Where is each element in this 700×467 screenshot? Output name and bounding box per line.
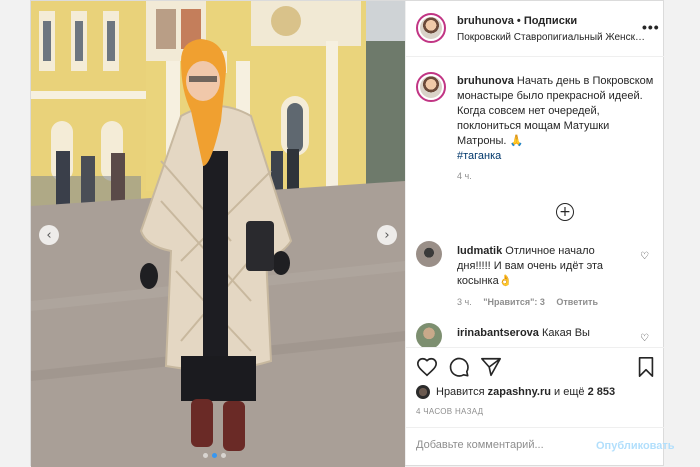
comment-body: Какая Вы xyxy=(541,327,590,339)
bookmark-icon[interactable] xyxy=(636,356,656,378)
liker-username[interactable]: zapashny.ru xyxy=(488,386,551,398)
commenter-avatar[interactable] xyxy=(416,323,442,348)
commenter-username[interactable]: irinabantserova xyxy=(457,327,539,339)
caption-text: bruhunova Начать день в Покровском монас… xyxy=(457,74,657,164)
post-photo[interactable]: ‹ › xyxy=(31,1,405,467)
add-circle-icon: + xyxy=(559,204,571,220)
caption-time: 4 ч. xyxy=(457,171,472,181)
comment-time: 3 ч. xyxy=(457,297,472,307)
comment-input[interactable] xyxy=(416,439,576,451)
add-comment-bar: Опубликовать xyxy=(406,427,675,465)
hashtag-link[interactable]: #таганка xyxy=(457,150,501,162)
post-header: bruhunova • Подписки Покровский Ставропи… xyxy=(406,1,664,57)
location-link[interactable]: Покровский Ставропигиальный Женский М... xyxy=(457,32,647,43)
likes-count-link[interactable]: 2 853 xyxy=(588,386,616,398)
carousel-indicator xyxy=(203,453,226,458)
carousel-dot-active xyxy=(212,453,217,458)
reply-button[interactable]: Ответить xyxy=(556,297,598,307)
post-modal: ‹ › bruhunova • Подписки Покровский Став… xyxy=(30,0,675,467)
comment-likes-link[interactable]: "Нравится": 3 xyxy=(483,297,545,307)
commenter-username[interactable]: ludmatik xyxy=(457,245,502,257)
comments-list[interactable]: bruhunova Начать день в Покровском монас… xyxy=(406,58,664,348)
author-avatar[interactable] xyxy=(416,13,446,43)
post-sidebar: bruhunova • Подписки Покровский Ставропи… xyxy=(405,1,675,465)
likes-prefix: Нравится xyxy=(436,386,485,398)
load-more-comments-button[interactable]: + xyxy=(556,203,574,221)
photo-illustration xyxy=(31,1,405,467)
publish-comment-button[interactable]: Опубликовать xyxy=(596,440,675,452)
like-comment-icon[interactable]: ♡ xyxy=(640,333,649,344)
separator-dot: • xyxy=(516,15,521,27)
comment-text: irinabantserova Какая Вы xyxy=(457,326,627,341)
author-username-link[interactable]: bruhunova xyxy=(457,15,514,27)
next-slide-button[interactable]: › xyxy=(377,225,397,245)
post-timestamp[interactable]: 4 ЧАСОВ НАЗАД xyxy=(416,407,483,416)
follow-status-button[interactable]: Подписки xyxy=(524,15,577,27)
like-comment-icon[interactable]: ♡ xyxy=(640,251,649,262)
pray-emoji: 🙏 xyxy=(509,135,524,147)
comment-icon[interactable] xyxy=(448,356,470,378)
comment-meta: 3 ч. "Нравится": 3 Ответить xyxy=(457,297,607,307)
previous-slide-button[interactable]: ‹ xyxy=(39,225,59,245)
caption-avatar[interactable] xyxy=(416,72,446,102)
share-icon[interactable] xyxy=(480,356,502,378)
author-username: bruhunova • Подписки xyxy=(457,15,577,27)
likes-summary: Нравится zapashny.ru и ещё 2 853 xyxy=(416,385,615,399)
likes-suffix: и ещё xyxy=(554,386,585,398)
chevron-left-icon: ‹ xyxy=(46,227,52,243)
carousel-dot xyxy=(221,453,226,458)
heart-icon[interactable] xyxy=(416,356,438,378)
carousel-dot xyxy=(203,453,208,458)
caption-username[interactable]: bruhunova xyxy=(457,75,514,87)
chevron-right-icon: › xyxy=(384,227,390,243)
commenter-avatar[interactable] xyxy=(416,241,442,267)
more-options-icon[interactable]: ••• xyxy=(642,19,660,35)
liker-avatar xyxy=(416,385,430,399)
comment-text: ludmatik Отличное начало дня!!!!! И вам … xyxy=(457,244,627,289)
post-actions: Нравится zapashny.ru и ещё 2 853 4 ЧАСОВ… xyxy=(406,347,664,427)
